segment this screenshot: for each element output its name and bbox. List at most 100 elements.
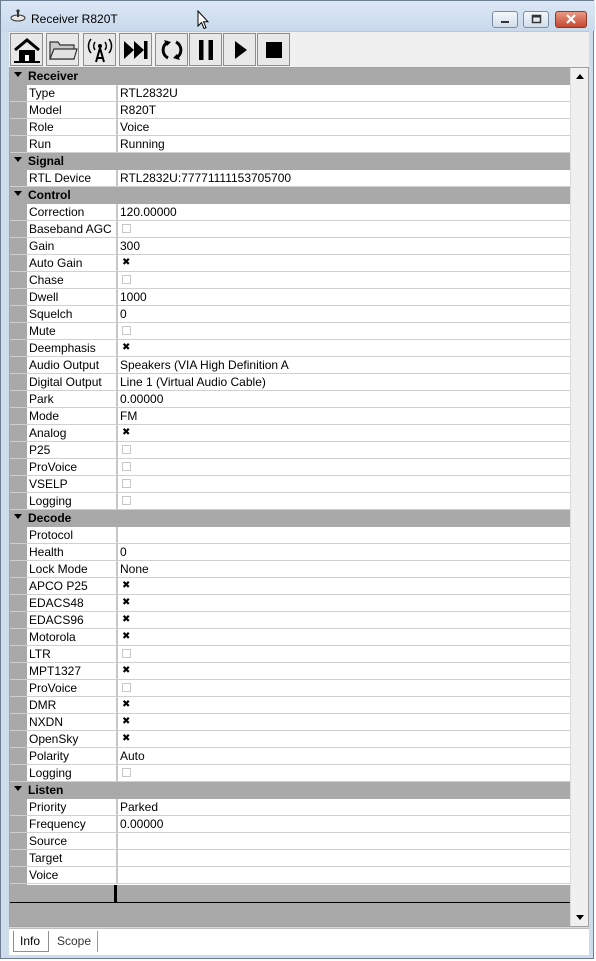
checkbox-unchecked[interactable] xyxy=(122,275,131,284)
checkbox-checked[interactable] xyxy=(122,629,131,645)
checkbox-unchecked[interactable] xyxy=(122,462,131,471)
property-value[interactable]: 1000 xyxy=(116,289,570,305)
property-value[interactable]: R820T xyxy=(116,102,570,118)
scroll-down-icon[interactable] xyxy=(576,915,584,920)
checkbox-unchecked[interactable] xyxy=(122,649,131,658)
skip-button[interactable] xyxy=(119,33,152,66)
property-value[interactable] xyxy=(116,340,570,356)
close-button[interactable] xyxy=(555,11,587,28)
property-row[interactable]: Frequency 0.00000 xyxy=(10,816,570,833)
property-value[interactable]: FM xyxy=(116,408,570,424)
property-value[interactable] xyxy=(116,272,570,288)
property-value[interactable] xyxy=(116,850,570,866)
property-value[interactable] xyxy=(116,629,570,645)
property-row[interactable]: Lock Mode None xyxy=(10,561,570,578)
property-value[interactable] xyxy=(116,646,570,662)
property-row[interactable]: Type RTL2832U xyxy=(10,85,570,102)
property-row[interactable]: ProVoice xyxy=(10,680,570,697)
property-row[interactable]: RTL Device RTL2832U:77771111153705700 xyxy=(10,170,570,187)
property-row[interactable]: Motorola xyxy=(10,629,570,646)
property-row[interactable]: LTR xyxy=(10,646,570,663)
property-row[interactable]: Model R820T xyxy=(10,102,570,119)
property-row[interactable]: Logging xyxy=(10,765,570,782)
property-value[interactable]: RTL2832U:77771111153705700 xyxy=(116,170,570,186)
property-row[interactable]: VSELP xyxy=(10,476,570,493)
property-row[interactable]: Deemphasis xyxy=(10,340,570,357)
collapse-icon[interactable] xyxy=(14,72,22,77)
property-row[interactable]: Audio Output Speakers (VIA High Definitio… xyxy=(10,357,570,374)
property-row[interactable]: Baseband AGC xyxy=(10,221,570,238)
category-listen[interactable]: Listen xyxy=(10,782,570,799)
property-value[interactable] xyxy=(116,476,570,492)
category-receiver[interactable]: Receiver xyxy=(10,68,570,85)
property-value[interactable]: 0 xyxy=(116,544,570,560)
property-row[interactable]: Role Voice xyxy=(10,119,570,136)
property-value[interactable] xyxy=(116,578,570,594)
checkbox-checked[interactable] xyxy=(122,425,131,441)
property-value[interactable]: Auto xyxy=(116,748,570,764)
pause-button[interactable] xyxy=(189,33,222,66)
property-value[interactable]: RTL2832U xyxy=(116,85,570,101)
property-row[interactable]: DMR xyxy=(10,697,570,714)
property-value[interactable] xyxy=(116,765,570,781)
checkbox-checked[interactable] xyxy=(122,595,131,611)
property-row[interactable]: NXDN xyxy=(10,714,570,731)
property-value[interactable]: 0.00000 xyxy=(116,816,570,832)
property-value[interactable]: Parked xyxy=(116,799,570,815)
category-control[interactable]: Control xyxy=(10,187,570,204)
property-row[interactable]: Mode FM xyxy=(10,408,570,425)
scroll-up-icon[interactable] xyxy=(576,74,584,79)
checkbox-checked[interactable] xyxy=(122,731,131,747)
tab-scope[interactable]: Scope xyxy=(51,931,99,952)
vertical-scrollbar[interactable] xyxy=(570,68,588,926)
collapse-icon[interactable] xyxy=(14,786,22,791)
property-value[interactable]: 300 xyxy=(116,238,570,254)
property-row[interactable]: Park 0.00000 xyxy=(10,391,570,408)
property-value[interactable]: 0 xyxy=(116,306,570,322)
minimize-button[interactable] xyxy=(492,11,518,28)
property-value[interactable]: Speakers (VIA High Definition A xyxy=(116,357,570,373)
open-button[interactable] xyxy=(46,33,79,66)
checkbox-checked[interactable] xyxy=(122,714,131,730)
checkbox-checked[interactable] xyxy=(122,612,131,628)
property-value[interactable] xyxy=(116,595,570,611)
checkbox-unchecked[interactable] xyxy=(122,683,131,692)
property-row[interactable]: MPT1327 xyxy=(10,663,570,680)
property-value[interactable] xyxy=(116,731,570,747)
refresh-button[interactable] xyxy=(155,33,188,66)
property-value[interactable] xyxy=(116,697,570,713)
property-value[interactable] xyxy=(116,425,570,441)
property-row[interactable]: APCO P25 xyxy=(10,578,570,595)
property-row[interactable]: Dwell 1000 xyxy=(10,289,570,306)
checkbox-checked[interactable] xyxy=(122,578,131,594)
play-button[interactable] xyxy=(223,33,256,66)
property-value[interactable]: Line 1 (Virtual Audio Cable) xyxy=(116,374,570,390)
property-value[interactable]: 0.00000 xyxy=(116,391,570,407)
property-row[interactable]: Squelch 0 xyxy=(10,306,570,323)
property-row[interactable]: Target xyxy=(10,850,570,867)
property-row[interactable]: Run Running xyxy=(10,136,570,153)
property-row[interactable]: Voice xyxy=(10,867,570,884)
property-value[interactable] xyxy=(116,493,570,509)
property-value[interactable]: Voice xyxy=(116,119,570,135)
property-row[interactable]: Mute xyxy=(10,323,570,340)
property-row[interactable]: P25 xyxy=(10,442,570,459)
checkbox-unchecked[interactable] xyxy=(122,479,131,488)
property-row[interactable]: Digital Output Line 1 (Virtual Audio Cabl… xyxy=(10,374,570,391)
property-value[interactable]: 120.00000 xyxy=(116,204,570,220)
property-value[interactable] xyxy=(116,680,570,696)
property-value[interactable] xyxy=(116,459,570,475)
property-row[interactable]: Gain 300 xyxy=(10,238,570,255)
checkbox-unchecked[interactable] xyxy=(122,224,131,233)
checkbox-unchecked[interactable] xyxy=(122,445,131,454)
title-bar[interactable]: Receiver R820T xyxy=(1,1,595,31)
property-value[interactable] xyxy=(116,442,570,458)
property-value[interactable] xyxy=(116,323,570,339)
checkbox-checked[interactable] xyxy=(122,340,131,356)
property-row[interactable]: Auto Gain xyxy=(10,255,570,272)
checkbox-unchecked[interactable] xyxy=(122,768,131,777)
property-value[interactable] xyxy=(116,714,570,730)
property-row[interactable]: Correction 120.00000 xyxy=(10,204,570,221)
collapse-icon[interactable] xyxy=(14,191,22,196)
property-value[interactable] xyxy=(116,833,570,849)
